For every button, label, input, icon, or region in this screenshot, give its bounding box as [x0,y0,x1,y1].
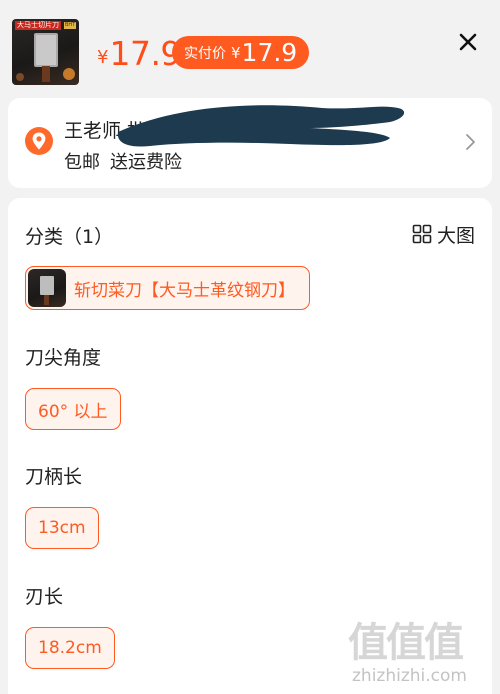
close-button[interactable] [452,26,484,58]
category-option-selected[interactable]: 斩切菜刀【大马士革纹钢刀】 [25,266,310,310]
watermark: 值值值 zhizhizhi.com [348,610,498,694]
big-view-label: 大图 [437,224,476,247]
free-shipping-tag: 包邮 [64,152,100,173]
price-value: 17.9 [109,34,181,73]
category-option-label: 斩切菜刀【大马士革纹钢刀】 [74,280,295,301]
grid-icon [412,224,432,244]
actual-price-pill: 实付价 ¥ 17.9 [172,36,310,69]
handle-length-option-label: 13cm [38,518,86,538]
blade-length-title: 刃长 [25,586,64,608]
location-pin-icon [25,127,53,155]
actual-price-currency: ¥ [231,43,241,62]
address-tags: 包邮 送运费险 [64,148,182,174]
tip-angle-title: 刀尖角度 [25,347,102,369]
actual-price-value: 17.9 [241,38,298,67]
chevron-right-icon [466,134,475,150]
shipping-insurance-tag: 送运费险 [110,152,182,173]
product-thumbnail[interactable]: 大马士切片刀 BHT [12,19,79,85]
address-card[interactable]: 王老师 批发 包邮 送运费险 [8,98,492,188]
header: 大马士切片刀 BHT ¥17.9 实付价 ¥ 17.9 [0,0,500,92]
price: ¥17.9 [97,34,181,73]
thumbnail-label: 大马士切片刀 [15,21,61,30]
price-currency: ¥ [97,47,109,68]
tip-angle-option-label: 60° 以上 [38,401,108,422]
actual-price-label: 实付价 [184,45,226,62]
blade-length-option-label: 18.2cm [38,638,102,658]
option-thumbnail [28,269,66,307]
thumbnail-badge: BHT [64,22,77,29]
close-icon [459,33,477,51]
knife-image [40,276,54,305]
handle-length-option[interactable]: 13cm [25,507,99,549]
big-view-button[interactable]: 大图 [412,222,476,247]
sku-selector-sheet: 大马士切片刀 BHT ¥17.9 实付价 ¥ 17.9 王老师 批发 包邮 送运… [0,0,500,694]
tip-angle-option[interactable]: 60° 以上 [25,388,121,430]
watermark-logo: 值值值 [348,620,464,666]
watermark-url: zhizhizhi.com [352,666,467,686]
category-title: 分类（1） [25,226,114,248]
handle-length-title: 刀柄长 [25,466,83,488]
blade-length-option[interactable]: 18.2cm [25,627,115,669]
